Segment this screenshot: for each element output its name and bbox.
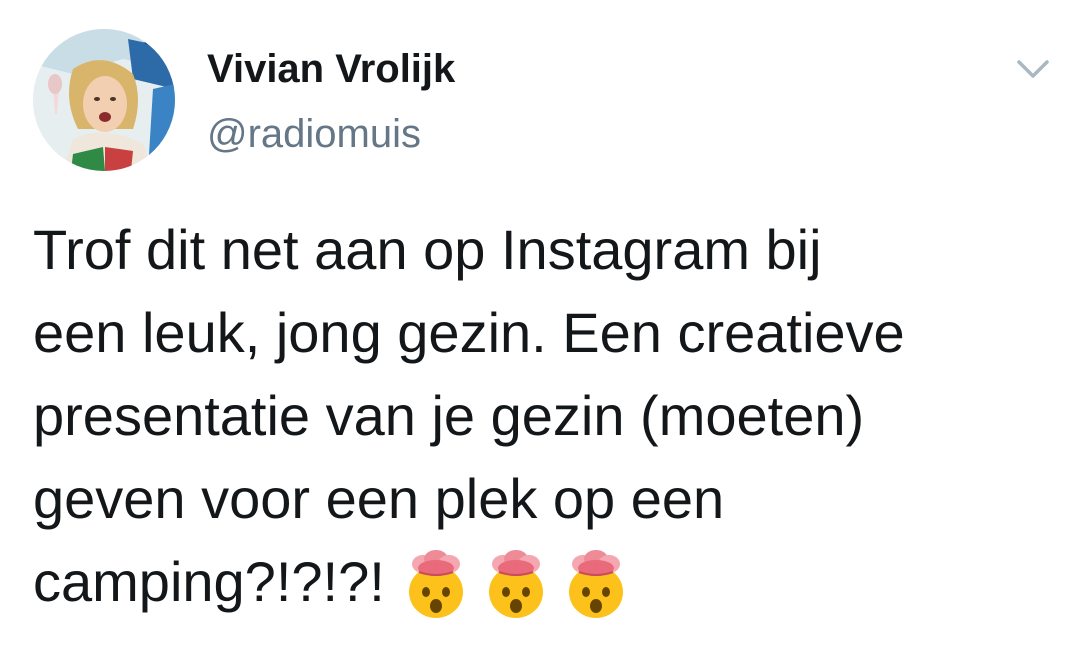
emoji-group [399, 539, 639, 622]
tweet-text-line: camping?!?!?! [33, 550, 385, 613]
tweet-menu-button[interactable] [1010, 50, 1056, 86]
tweet-text-line: een leuk, jong gezin. Een creatieve [33, 301, 905, 364]
exploding-head-icon [559, 548, 633, 622]
avatar[interactable] [33, 29, 175, 171]
tweet-text: Trof dit net aan op Instagram bij een le… [33, 208, 1053, 628]
tweet-text-last-line: camping?!?!?! [33, 540, 1053, 628]
chevron-down-icon [1017, 60, 1049, 78]
exploding-head-icon [479, 548, 553, 622]
avatar-photo [33, 29, 175, 171]
tweet-text-line: geven voor een plek op een [33, 467, 725, 530]
author-handle[interactable]: @radiomuis [207, 110, 421, 158]
tweet-text-line: presentatie van je gezin (moeten) [33, 384, 865, 447]
author-display-name[interactable]: Vivian Vrolijk [207, 45, 455, 93]
tweet-card: Vivian Vrolijk @radiomuis Trof dit net a… [0, 0, 1079, 650]
exploding-head-icon [399, 548, 473, 622]
tweet-text-line: Trof dit net aan op Instagram bij [33, 218, 822, 281]
